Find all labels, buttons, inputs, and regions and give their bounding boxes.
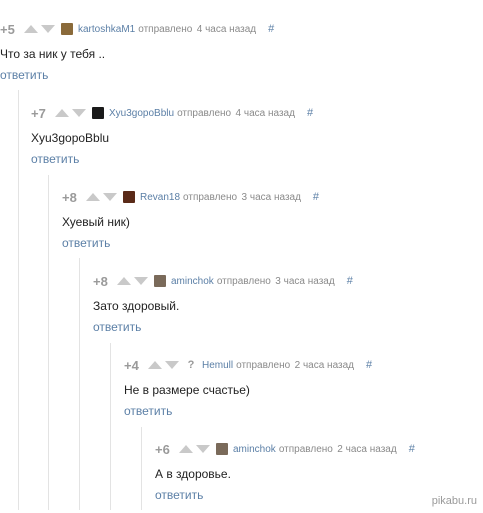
- author-link[interactable]: Hemull: [202, 360, 233, 371]
- downvote-arrow-icon[interactable]: [165, 361, 179, 369]
- comment-header: +6 aminchok отправлено 2 часа назад #: [155, 441, 415, 457]
- thread-line: [18, 90, 19, 510]
- vote-controls: [86, 193, 117, 201]
- reply-link[interactable]: ответить: [155, 488, 415, 502]
- comment-text: Хуевый ник): [62, 215, 130, 229]
- comment-text: Зато здоровый.: [93, 299, 180, 313]
- reply-link[interactable]: ответить: [0, 68, 274, 82]
- sent-label: отправлено: [138, 23, 193, 35]
- sent-label: отправлено: [278, 443, 333, 455]
- comment-rating: +7: [31, 105, 46, 121]
- fist-avatar[interactable]: [61, 23, 73, 35]
- comment-rating: +8: [62, 189, 77, 205]
- comment-time: 4 часа назад: [235, 107, 295, 119]
- author-link[interactable]: Xyu3gopoBblu: [109, 108, 174, 119]
- author-link[interactable]: kartoshkaM1: [78, 24, 135, 35]
- comment-time: 2 часа назад: [337, 443, 397, 455]
- upvote-arrow-icon[interactable]: [24, 25, 38, 33]
- comment-rating: +8: [93, 273, 108, 289]
- comment: +7 Xyu3gopoBblu отправлено 4 часа назад …: [31, 105, 313, 167]
- comment-text: Не в размере счастье): [124, 383, 250, 397]
- downvote-arrow-icon[interactable]: [196, 445, 210, 453]
- reply-link[interactable]: ответить: [62, 236, 319, 250]
- sent-label: отправлено: [216, 275, 271, 287]
- comment-permalink[interactable]: #: [313, 191, 319, 203]
- downvote-arrow-icon[interactable]: [41, 25, 55, 33]
- photo-avatar[interactable]: [154, 275, 166, 287]
- vote-controls: [179, 445, 210, 453]
- thread-line: [79, 258, 80, 510]
- question-mark-icon[interactable]: ?: [185, 359, 197, 371]
- vote-controls: [117, 277, 148, 285]
- comment: +8 Revan18 отправлено 3 часа назад # Хуе…: [62, 189, 319, 251]
- comment-permalink[interactable]: #: [268, 23, 274, 35]
- thread-line: [141, 427, 142, 510]
- author-link[interactable]: Revan18: [140, 192, 180, 203]
- reply-link[interactable]: ответить: [31, 152, 313, 166]
- comment: +8 aminchok отправлено 3 часа назад # За…: [93, 273, 353, 335]
- comment-time: 2 часа назад: [294, 359, 355, 371]
- upvote-arrow-icon[interactable]: [86, 193, 100, 201]
- comment: +4 ? Hemull отправлено 2 часа назад # Не…: [124, 357, 372, 419]
- reply-link[interactable]: ответить: [93, 320, 353, 334]
- author-link[interactable]: aminchok: [233, 444, 276, 455]
- comment: +5 kartoshkaM1 отправлено 4 часа назад #…: [0, 21, 274, 83]
- comment-rating: +5: [0, 21, 15, 37]
- upvote-arrow-icon[interactable]: [117, 277, 131, 285]
- author-link[interactable]: aminchok: [171, 276, 214, 287]
- upvote-arrow-icon[interactable]: [55, 109, 69, 117]
- comment-header: +8 aminchok отправлено 3 часа назад #: [93, 273, 353, 289]
- site-watermark: pikabu.ru: [431, 495, 477, 507]
- comment-rating: +4: [124, 357, 139, 373]
- downvote-arrow-icon[interactable]: [134, 277, 148, 285]
- upvote-arrow-icon[interactable]: [148, 361, 162, 369]
- downvote-arrow-icon[interactable]: [72, 109, 86, 117]
- upvote-arrow-icon[interactable]: [179, 445, 193, 453]
- vote-controls: [24, 25, 55, 33]
- comment-header: +8 Revan18 отправлено 3 часа назад #: [62, 189, 319, 205]
- downvote-arrow-icon[interactable]: [103, 193, 117, 201]
- sent-label: отправлено: [177, 107, 232, 119]
- sent-label: отправлено: [183, 191, 238, 203]
- thread-line: [48, 175, 49, 510]
- thread-line: [110, 343, 111, 510]
- comment-time: 4 часа назад: [196, 23, 257, 35]
- vote-controls: [148, 361, 179, 369]
- comment-header: +5 kartoshkaM1 отправлено 4 часа назад #: [0, 21, 274, 37]
- comment-header: +4 ? Hemull отправлено 2 часа назад #: [124, 357, 372, 373]
- comment-text: Xyu3gopoBblu: [31, 131, 110, 145]
- comment: +6 aminchok отправлено 2 часа назад # А …: [155, 441, 415, 503]
- comment-permalink[interactable]: #: [347, 275, 353, 287]
- photo-avatar[interactable]: [216, 443, 228, 455]
- comment-text: А в здоровье.: [155, 467, 231, 481]
- reply-link[interactable]: ответить: [124, 404, 372, 418]
- comment-permalink[interactable]: #: [307, 107, 313, 119]
- comment-time: 3 часа назад: [241, 191, 301, 203]
- sent-label: отправлено: [236, 359, 291, 371]
- comment-permalink[interactable]: #: [366, 359, 372, 371]
- comment-time: 3 часа назад: [275, 275, 335, 287]
- comment-header: +7 Xyu3gopoBblu отправлено 4 часа назад …: [31, 105, 313, 121]
- comment-permalink[interactable]: #: [409, 443, 415, 455]
- vote-controls: [55, 109, 86, 117]
- comment-rating: +6: [155, 441, 170, 457]
- dark-avatar[interactable]: [92, 107, 104, 119]
- comment-text: Что за ник у тебя ..: [0, 47, 106, 61]
- revan-avatar[interactable]: [123, 191, 135, 203]
